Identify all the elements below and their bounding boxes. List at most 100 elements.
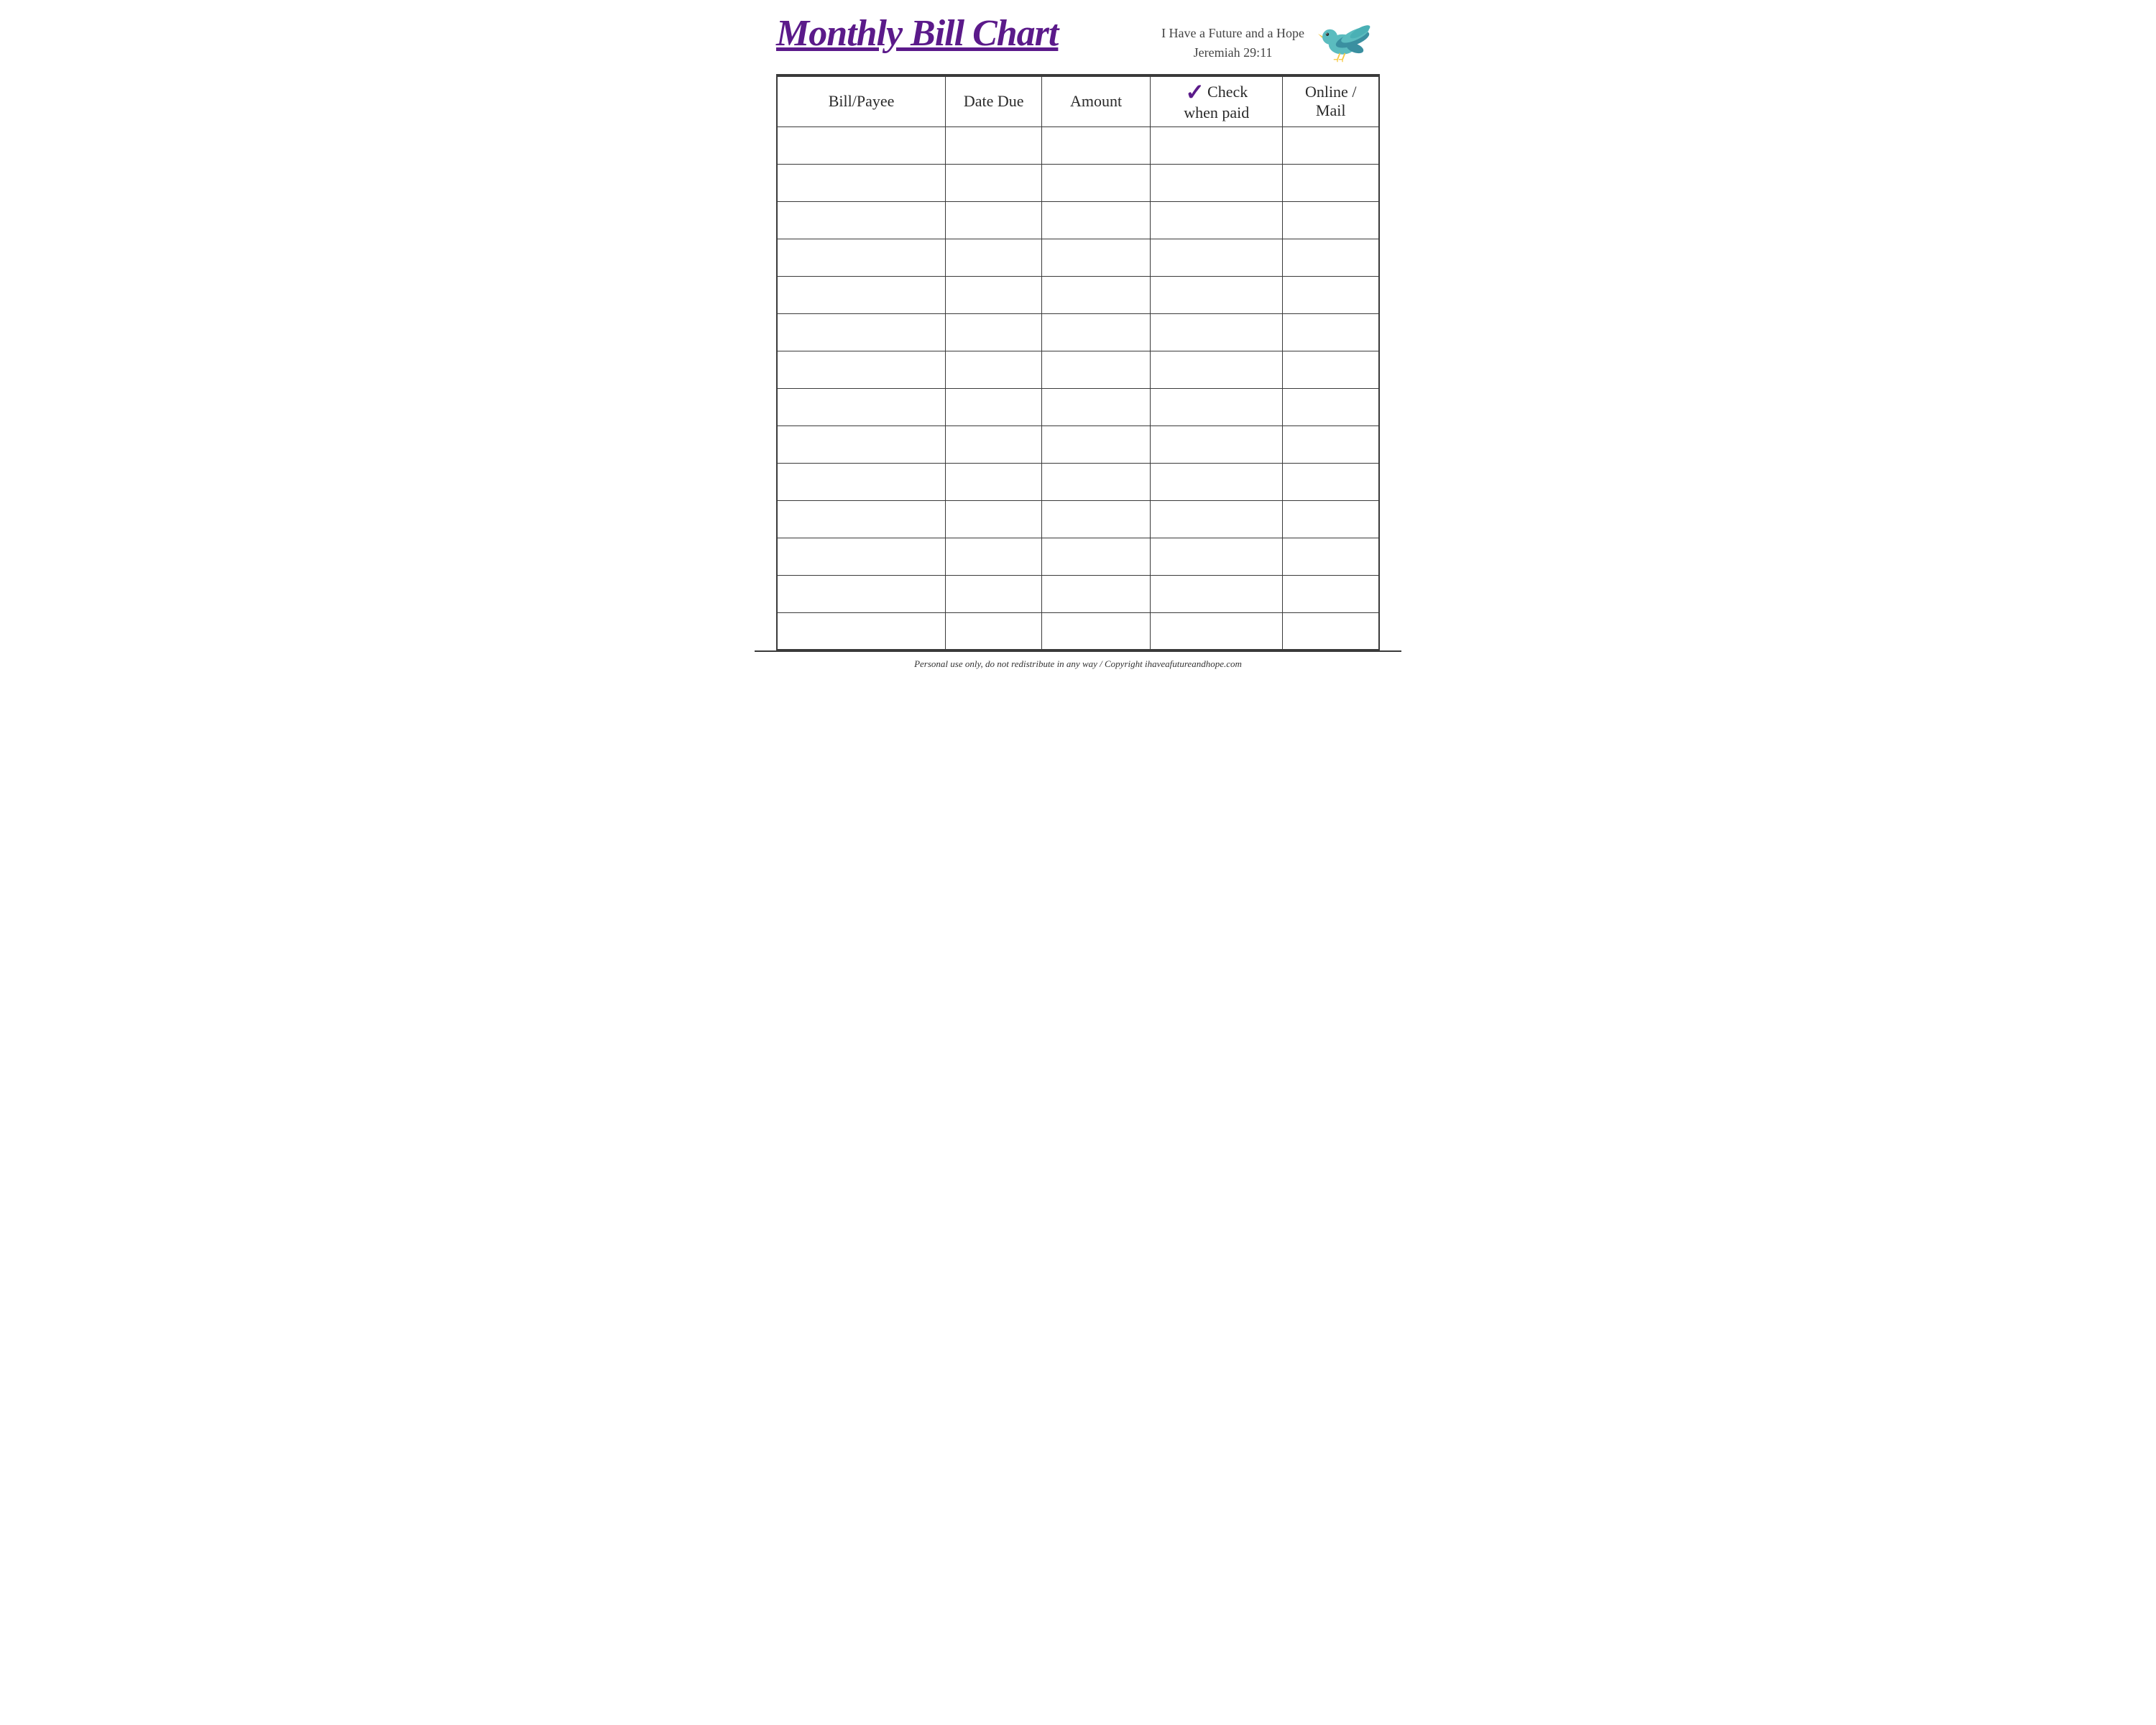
table-cell[interactable] [777, 201, 946, 239]
table-cell[interactable] [946, 126, 1042, 164]
tagline-line2: Jeremiah 29:11 [1194, 43, 1273, 63]
table-cell[interactable] [1283, 201, 1379, 239]
table-cell[interactable] [1151, 276, 1283, 313]
table-cell[interactable] [777, 426, 946, 463]
col-header-online: Online / Mail [1283, 76, 1379, 126]
table-cell[interactable] [1151, 426, 1283, 463]
table-cell[interactable] [1042, 538, 1151, 575]
footer: Personal use only, do not redistribute i… [755, 650, 1401, 676]
table-cell[interactable] [777, 313, 946, 351]
table-cell[interactable] [946, 538, 1042, 575]
table-cell[interactable] [777, 126, 946, 164]
table-cell[interactable] [1151, 463, 1283, 500]
table-cell[interactable] [1042, 126, 1151, 164]
table-row [777, 313, 1379, 351]
header: Monthly Bill Chart I Have a Future and a… [755, 0, 1401, 74]
table-cell[interactable] [946, 351, 1042, 388]
table-cell[interactable] [1042, 575, 1151, 612]
table-cell[interactable] [1283, 126, 1379, 164]
table-cell[interactable] [1283, 500, 1379, 538]
table-cell[interactable] [946, 426, 1042, 463]
table-cell[interactable] [1151, 126, 1283, 164]
table-cell[interactable] [1283, 388, 1379, 426]
bird-illustration [1315, 13, 1380, 63]
table-cell[interactable] [946, 164, 1042, 201]
table-cell[interactable] [1151, 164, 1283, 201]
table-cell[interactable] [1151, 388, 1283, 426]
table-cell[interactable] [1151, 239, 1283, 276]
table-cell[interactable] [1283, 239, 1379, 276]
table-cell[interactable] [777, 575, 946, 612]
table-row [777, 426, 1379, 463]
check-top-row: ✓ Check [1185, 80, 1248, 104]
table-cell[interactable] [946, 575, 1042, 612]
table-cell[interactable] [946, 463, 1042, 500]
table-cell[interactable] [777, 500, 946, 538]
table-cell[interactable] [1042, 463, 1151, 500]
table-header-row: Bill/Payee Date Due Amount ✓ Check [777, 76, 1379, 126]
bill-chart-table: Bill/Payee Date Due Amount ✓ Check [776, 75, 1380, 650]
table-cell[interactable] [946, 201, 1042, 239]
table-cell[interactable] [946, 276, 1042, 313]
table-cell[interactable] [1042, 500, 1151, 538]
table-cell[interactable] [777, 164, 946, 201]
table-cell[interactable] [777, 388, 946, 426]
table-row [777, 164, 1379, 201]
table-cell[interactable] [1042, 276, 1151, 313]
page: Monthly Bill Chart I Have a Future and a… [755, 0, 1401, 676]
table-cell[interactable] [1042, 201, 1151, 239]
table-cell[interactable] [1042, 351, 1151, 388]
table-container: Bill/Payee Date Due Amount ✓ Check [755, 75, 1401, 650]
table-row [777, 351, 1379, 388]
col-header-amount: Amount [1042, 76, 1151, 126]
table-cell[interactable] [777, 538, 946, 575]
table-cell[interactable] [946, 388, 1042, 426]
table-row [777, 575, 1379, 612]
table-cell[interactable] [1042, 164, 1151, 201]
table-cell[interactable] [946, 239, 1042, 276]
table-cell[interactable] [1283, 426, 1379, 463]
table-cell[interactable] [777, 463, 946, 500]
table-cell[interactable] [1151, 201, 1283, 239]
table-cell[interactable] [1283, 463, 1379, 500]
table-cell[interactable] [1042, 612, 1151, 650]
table-cell[interactable] [777, 351, 946, 388]
table-row [777, 463, 1379, 500]
table-cell[interactable] [1283, 313, 1379, 351]
page-title: Monthly Bill Chart [776, 13, 1058, 54]
table-cell[interactable] [946, 500, 1042, 538]
check-header-content: ✓ Check when paid [1158, 80, 1275, 122]
table-cell[interactable] [1151, 612, 1283, 650]
table-cell[interactable] [1283, 351, 1379, 388]
table-cell[interactable] [1283, 612, 1379, 650]
table-cell[interactable] [946, 313, 1042, 351]
checkmark-icon: ✓ [1185, 80, 1204, 104]
table-cell[interactable] [1283, 575, 1379, 612]
table-cell[interactable] [1042, 239, 1151, 276]
table-cell[interactable] [777, 276, 946, 313]
table-row [777, 239, 1379, 276]
table-cell[interactable] [1283, 276, 1379, 313]
table-cell[interactable] [1042, 426, 1151, 463]
table-row [777, 612, 1379, 650]
table-cell[interactable] [1283, 538, 1379, 575]
table-cell[interactable] [1283, 164, 1379, 201]
table-body [777, 126, 1379, 650]
table-cell[interactable] [1151, 313, 1283, 351]
header-right: I Have a Future and a Hope Jeremiah 29:1… [1161, 13, 1380, 67]
table-cell[interactable] [777, 239, 946, 276]
table-cell[interactable] [777, 612, 946, 650]
table-cell[interactable] [1151, 538, 1283, 575]
tagline-line1: I Have a Future and a Hope [1161, 24, 1304, 43]
table-cell[interactable] [1042, 313, 1151, 351]
table-cell[interactable] [1151, 500, 1283, 538]
table-cell[interactable] [946, 612, 1042, 650]
table-row [777, 500, 1379, 538]
table-row [777, 276, 1379, 313]
table-row [777, 538, 1379, 575]
table-cell[interactable] [1151, 575, 1283, 612]
title-section: Monthly Bill Chart [776, 13, 1058, 54]
tagline-section: I Have a Future and a Hope Jeremiah 29:1… [1161, 18, 1304, 63]
table-cell[interactable] [1151, 351, 1283, 388]
table-cell[interactable] [1042, 388, 1151, 426]
